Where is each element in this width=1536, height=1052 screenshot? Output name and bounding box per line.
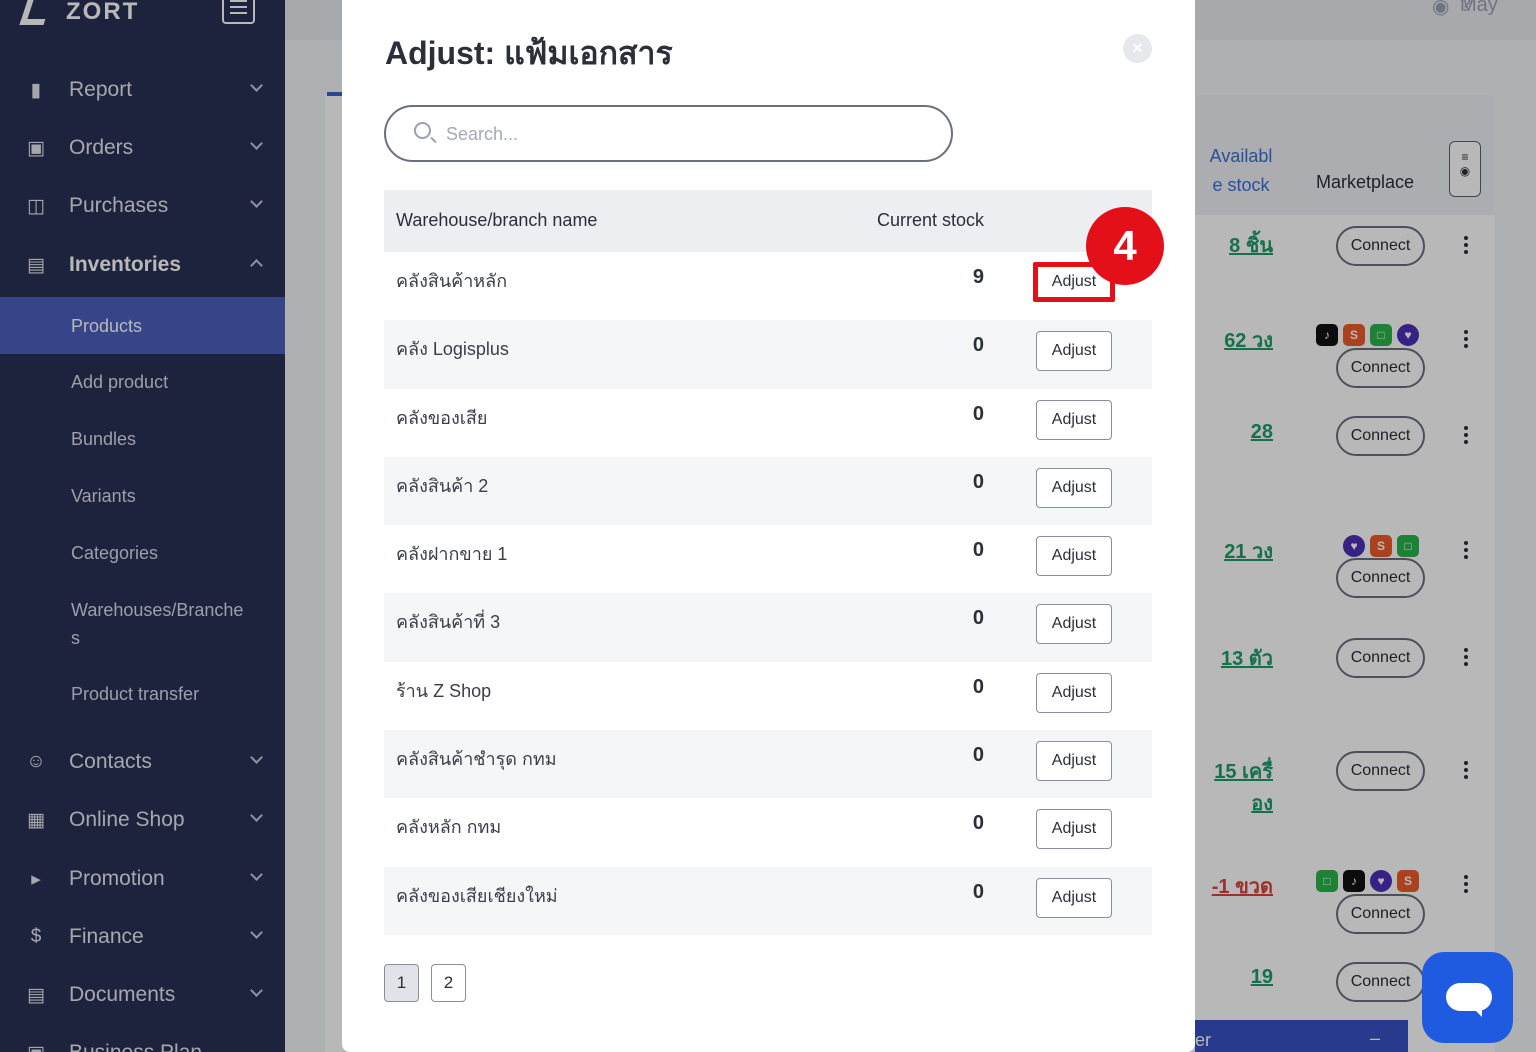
- pagination: 1 2: [384, 964, 466, 1002]
- adjust-button[interactable]: Adjust: [1036, 672, 1112, 713]
- table-row: คลังสินค้า 2 0 Adjust: [384, 456, 1152, 526]
- table-header: Warehouse/branch name Current stock: [384, 190, 1152, 252]
- current-stock: 0: [972, 470, 984, 493]
- warehouse-name: ร้าน Z Shop: [396, 680, 492, 701]
- current-stock: 0: [972, 539, 984, 562]
- current-stock: 0: [972, 607, 984, 630]
- page-button-current[interactable]: 1: [384, 964, 419, 1002]
- current-stock: 0: [972, 402, 984, 425]
- table-row: คลังฝากขาย 1 0 Adjust: [384, 525, 1152, 593]
- chat-bubble-icon: [1446, 983, 1492, 1017]
- table-row: คลังของเสีย 0 Adjust: [384, 389, 1152, 457]
- page-button[interactable]: 2: [431, 964, 466, 1002]
- adjust-button[interactable]: Adjust: [1036, 877, 1112, 918]
- current-stock: 0: [972, 812, 984, 835]
- current-stock: 0: [972, 880, 984, 903]
- table-row: คลังสินค้าหลัก 9 Adjust: [384, 252, 1152, 320]
- current-stock: 0: [972, 744, 984, 767]
- adjust-button[interactable]: Adjust: [1036, 467, 1112, 508]
- warehouse-name: คลังสินค้า 2: [396, 475, 489, 496]
- current-stock: 9: [972, 266, 984, 288]
- adjust-button[interactable]: Adjust: [1036, 604, 1112, 645]
- warehouse-name: คลังของเสีย: [396, 407, 488, 428]
- warehouse-name: คลังสินค้าหลัก: [396, 271, 508, 291]
- warehouse-name: คลัง Logisplus: [396, 339, 509, 360]
- step-number-badge: 4: [1086, 207, 1164, 285]
- chat-button[interactable]: [1422, 952, 1513, 1043]
- adjust-stock-modal: Adjust: แฟ้มเอกสาร × Warehouse/branch na…: [342, 0, 1195, 1052]
- table-row: คลังหลัก กทม 0 Adjust: [384, 798, 1152, 866]
- adjust-button[interactable]: Adjust: [1036, 399, 1112, 440]
- table-row: คลังสินค้าที่ 3 0 Adjust: [384, 593, 1152, 662]
- warehouse-stock-table: Warehouse/branch name Current stock คลัง…: [384, 190, 1152, 935]
- column-header-warehouse: Warehouse/branch name: [396, 210, 598, 230]
- current-stock: 0: [972, 334, 984, 357]
- warehouse-name: คลังสินค้าที่ 3: [396, 612, 501, 633]
- table-row: คลัง Logisplus 0 Adjust: [384, 320, 1152, 389]
- warehouse-name: คลังหลัก กทม: [396, 817, 502, 838]
- warehouse-name: คลังฝากขาย 1: [396, 544, 508, 565]
- adjust-button[interactable]: Adjust: [1036, 809, 1112, 850]
- adjust-button[interactable]: Adjust: [1036, 331, 1112, 372]
- warehouse-name: คลังของเสียเชียงใหม่: [396, 885, 558, 906]
- table-row: คลังของเสียเชียงใหม่ 0 Adjust: [384, 866, 1152, 935]
- close-icon[interactable]: ×: [1123, 34, 1152, 63]
- search-input[interactable]: [446, 120, 926, 148]
- search-field[interactable]: [384, 105, 953, 162]
- table-row: ร้าน Z Shop 0 Adjust: [384, 662, 1152, 730]
- modal-title: Adjust: แฟ้มเอกสาร: [385, 35, 673, 71]
- warehouse-name: คลังสินค้าชำรุด กทม: [396, 749, 557, 770]
- current-stock: 0: [972, 675, 984, 698]
- column-header-current-stock: Current stock: [876, 210, 984, 230]
- adjust-button[interactable]: Adjust: [1036, 741, 1112, 782]
- search-icon: [414, 122, 431, 139]
- adjust-button[interactable]: Adjust: [1036, 536, 1112, 577]
- table-row: คลังสินค้าชำรุด กทม 0 Adjust: [384, 730, 1152, 799]
